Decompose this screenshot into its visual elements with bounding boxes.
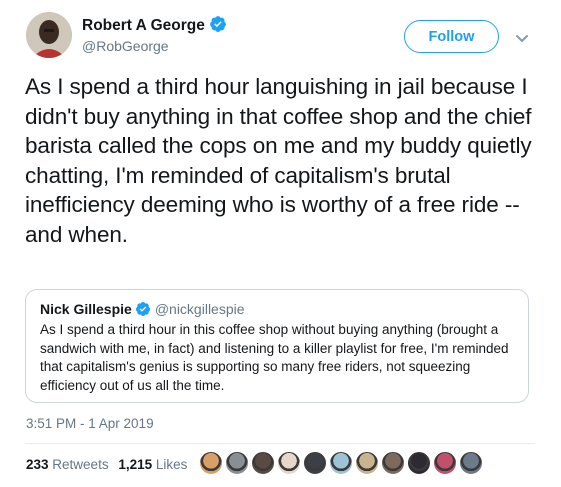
- liker-avatar[interactable]: [381, 451, 405, 475]
- liker-avatar[interactable]: [251, 451, 275, 475]
- quoted-tweet-card[interactable]: Nick Gillespie @nickgillespie As I spend…: [25, 289, 529, 403]
- liker-avatar[interactable]: [277, 451, 301, 475]
- author-handle[interactable]: @RobGeorge: [82, 38, 169, 54]
- liker-avatars: [199, 451, 485, 475]
- quoted-author-name: Nick Gillespie: [40, 301, 132, 317]
- retweets-stat[interactable]: 233 Retweets: [26, 457, 109, 472]
- retweets-count: 233: [26, 457, 49, 472]
- retweets-label: Retweets: [52, 457, 109, 472]
- quoted-author: Nick Gillespie @nickgillespie: [40, 301, 245, 320]
- liker-avatar[interactable]: [329, 451, 353, 475]
- quoted-tweet-text: As I spend a third hour in this coffee s…: [40, 322, 509, 393]
- likes-label: Likes: [155, 457, 188, 472]
- quoted-author-handle: @nickgillespie: [154, 301, 245, 317]
- liker-avatar[interactable]: [459, 451, 483, 475]
- liker-avatar[interactable]: [433, 451, 457, 475]
- tweet-timestamp[interactable]: 3:51 PM - 1 Apr 2019: [26, 416, 154, 431]
- follow-button[interactable]: Follow: [404, 20, 499, 53]
- author-name[interactable]: Robert A George: [82, 15, 227, 38]
- author-name-text[interactable]: Robert A George: [82, 17, 205, 34]
- tweet-text: As I spend a third hour languishing in j…: [25, 74, 532, 247]
- author-avatar[interactable]: [26, 12, 72, 58]
- liker-avatar[interactable]: [407, 451, 431, 475]
- likes-count: 1,215: [118, 457, 153, 472]
- liker-avatar[interactable]: [303, 451, 327, 475]
- liker-avatar[interactable]: [199, 451, 223, 475]
- tweet-stats: 233 Retweets 1,215 Likes: [26, 457, 193, 472]
- verified-badge-icon: [209, 15, 227, 38]
- likes-stat[interactable]: 1,215 Likes: [118, 457, 187, 472]
- liker-avatar[interactable]: [355, 451, 379, 475]
- chevron-down-icon[interactable]: [515, 31, 529, 43]
- verified-badge-icon: [135, 301, 151, 320]
- divider: [25, 443, 535, 444]
- liker-avatar[interactable]: [225, 451, 249, 475]
